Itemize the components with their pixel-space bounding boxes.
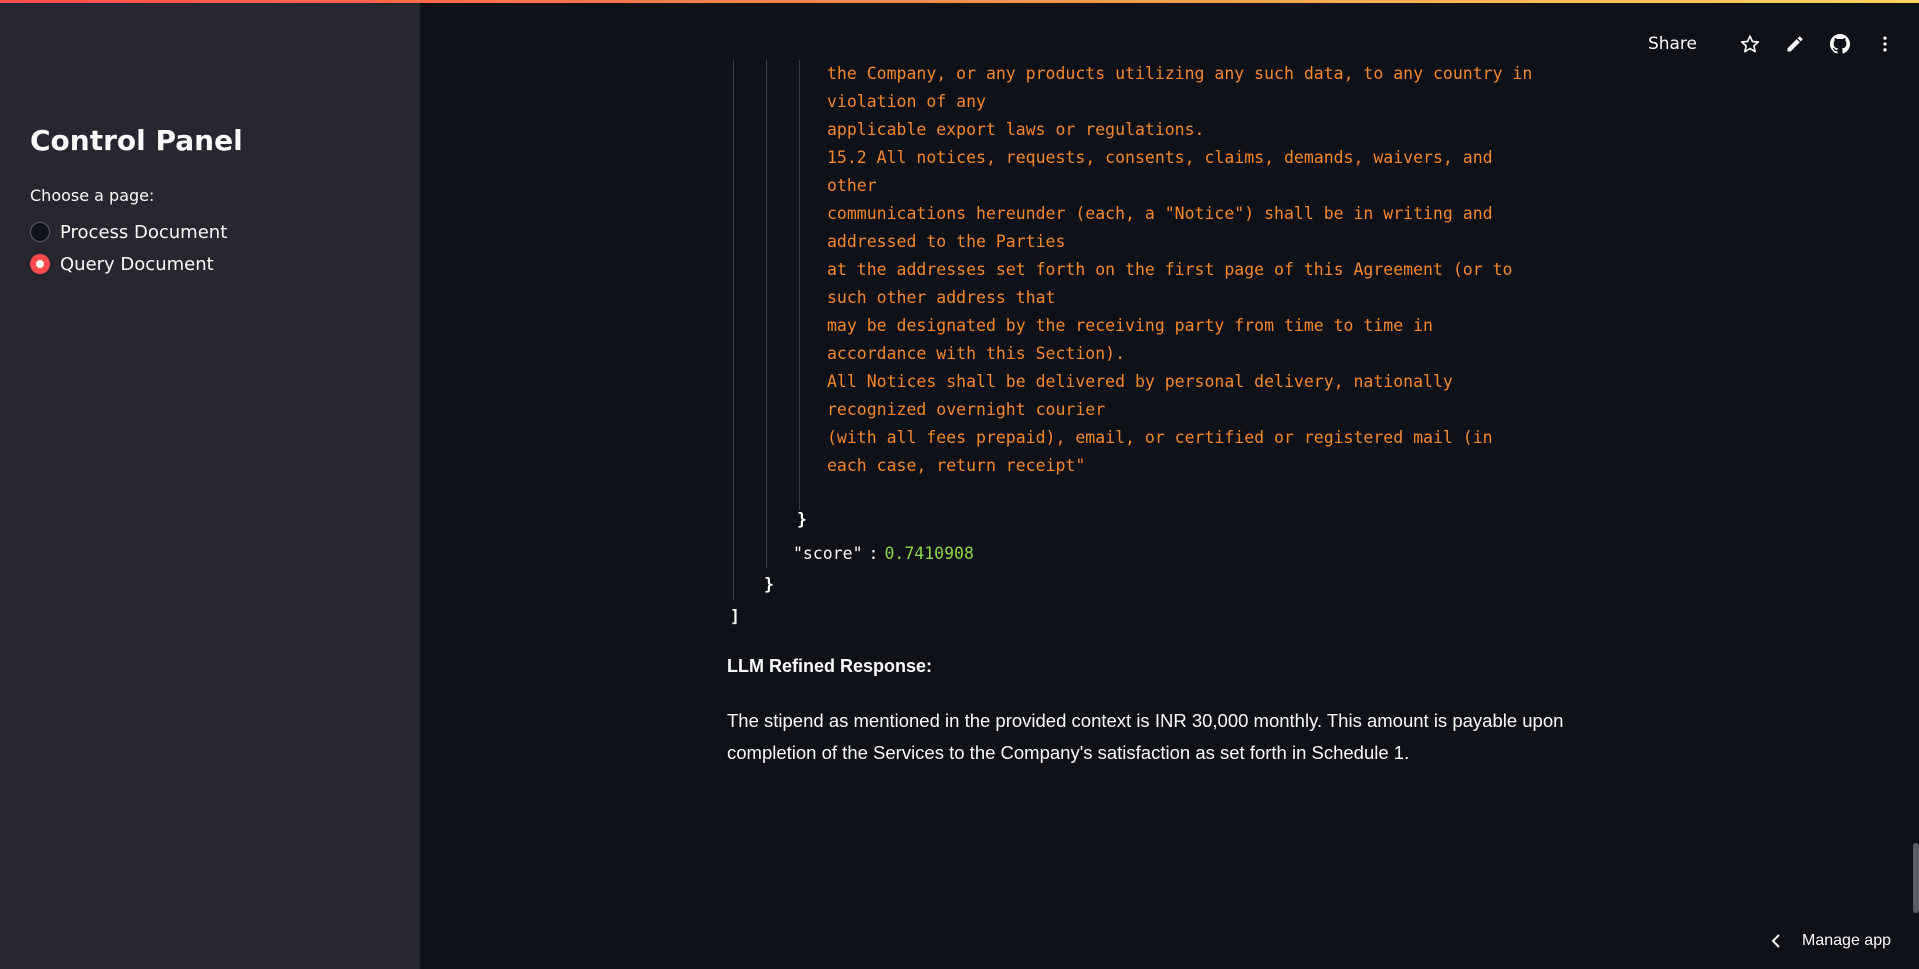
json-score-row: "score":0.7410908 (793, 544, 974, 563)
json-content-line: each case, return receipt" (827, 456, 1086, 475)
json-content-line: addressed to the Parties (827, 232, 1066, 251)
json-string-content: the Company, or any products utilizing a… (827, 60, 1532, 480)
share-button[interactable]: Share (1648, 34, 1697, 54)
json-content-line: 15.2 All notices, requests, consents, cl… (827, 148, 1493, 167)
json-content-line: recognized overnight courier (827, 400, 1106, 419)
json-content-line: may be designated by the receiving party… (827, 316, 1433, 335)
json-content-line: All Notices shall be delivered by person… (827, 372, 1453, 391)
json-indent-guide (799, 60, 800, 510)
app-toolbar: Share (1648, 28, 1899, 60)
radio-option-label: Query Document (60, 253, 214, 275)
radio-option-label: Process Document (60, 221, 228, 243)
json-content-line: other (827, 176, 877, 195)
json-close-brace: } (797, 510, 807, 529)
sidebar-title: Control Panel (30, 124, 243, 157)
json-indent-guide (733, 60, 734, 600)
pencil-icon[interactable] (1781, 30, 1809, 58)
json-close-object: } (764, 575, 774, 594)
json-indent-guide (766, 60, 767, 568)
radio-unchecked-icon[interactable] (30, 222, 50, 242)
radio-process-document[interactable]: Process Document (30, 220, 227, 244)
json-viewer: the Company, or any products utilizing a… (727, 60, 1627, 635)
page-radio-label: Choose a page: (30, 186, 155, 205)
json-content-line: applicable export laws or regulations. (827, 120, 1205, 139)
json-close-array: ] (730, 607, 740, 626)
llm-response-heading: LLM Refined Response: (727, 656, 933, 676)
top-decoration-bar (0, 0, 1919, 3)
json-content-line: accordance with this Section). (827, 344, 1126, 363)
star-icon[interactable] (1736, 30, 1764, 58)
json-content-line: at the addresses set forth on the first … (827, 260, 1513, 279)
radio-checked-icon[interactable] (30, 254, 50, 274)
github-icon[interactable] (1826, 30, 1854, 58)
more-vertical-icon[interactable] (1871, 30, 1899, 58)
json-score-value: 0.7410908 (884, 544, 974, 563)
sidebar: Control Panel Choose a page: Process Doc… (0, 0, 420, 969)
json-score-key: "score" (793, 544, 863, 563)
llm-response-text: The stipend as mentioned in the provided… (727, 710, 1564, 763)
json-colon: : (868, 544, 879, 563)
radio-query-document[interactable]: Query Document (30, 252, 214, 276)
manage-app-label: Manage app (1802, 932, 1891, 949)
json-content-line: (with all fees prepaid), email, or certi… (827, 428, 1493, 447)
json-content-line: such other address that (827, 288, 1056, 307)
json-content-line: the Company, or any products utilizing a… (827, 64, 1533, 83)
scrollbar-thumb[interactable] (1913, 843, 1919, 913)
json-content-line: violation of any (827, 92, 986, 111)
json-content-line: communications hereunder (each, a "Notic… (827, 204, 1493, 223)
manage-app-button[interactable]: Manage app (1770, 927, 1891, 955)
chevron-left-icon (1770, 933, 1782, 949)
